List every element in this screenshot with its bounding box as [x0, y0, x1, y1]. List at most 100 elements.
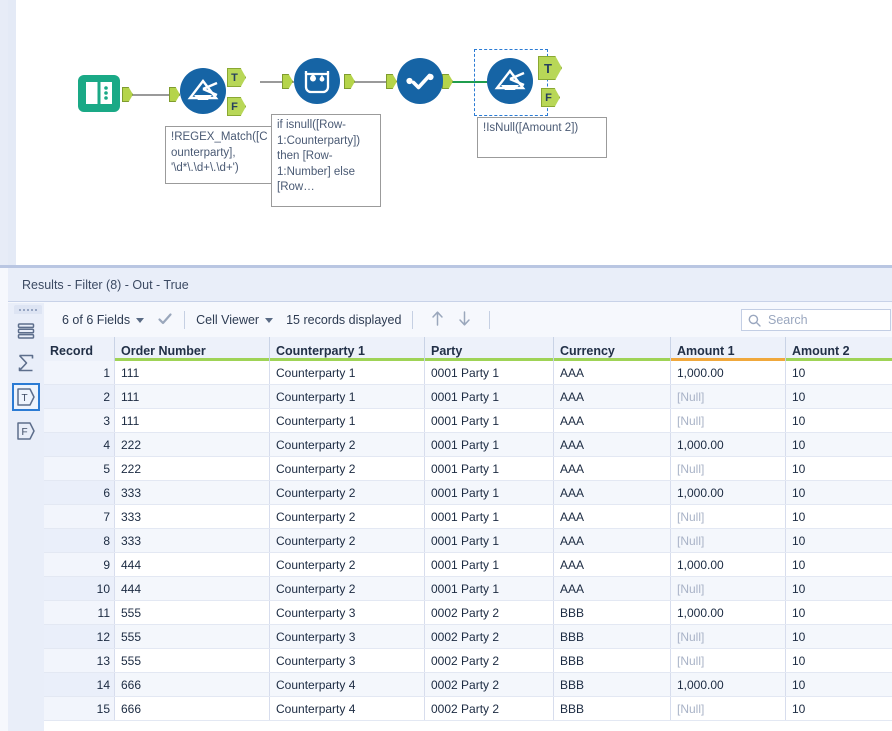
cell-amount1[interactable]: 1,000.00 [671, 433, 786, 457]
cell-order[interactable]: 444 [115, 577, 270, 601]
input-anchor-multirow[interactable] [282, 74, 293, 89]
table-row[interactable]: 13555Counterparty 30002 Party 2BBB[Null]… [44, 649, 892, 673]
results-grid[interactable]: Record Order Number Counterparty 1 [44, 337, 892, 731]
cell-amount2[interactable]: 10 [786, 553, 892, 577]
cell-amount1[interactable]: [Null] [671, 529, 786, 553]
cell-counterparty[interactable]: Counterparty 3 [270, 625, 425, 649]
input-anchor-filter1[interactable] [169, 87, 180, 102]
cell-amount2[interactable]: 10 [786, 601, 892, 625]
table-row[interactable]: 2111Counterparty 10001 Party 1AAA[Null]1… [44, 385, 892, 409]
cell-order[interactable]: 444 [115, 553, 270, 577]
cell-counterparty[interactable]: Counterparty 1 [270, 361, 425, 385]
rail-button-data-table[interactable] [12, 317, 40, 345]
cell-order[interactable]: 111 [115, 361, 270, 385]
cell-order[interactable]: 333 [115, 481, 270, 505]
cell-amount1[interactable]: [Null] [671, 457, 786, 481]
cell-party[interactable]: 0001 Party 1 [425, 505, 554, 529]
cell-counterparty[interactable]: Counterparty 2 [270, 529, 425, 553]
cell-order[interactable]: 111 [115, 409, 270, 433]
tool-multi-row-formula[interactable] [294, 58, 340, 104]
tool-filter-1[interactable] [180, 68, 226, 114]
cell-amount2[interactable]: 10 [786, 697, 892, 721]
cell-order[interactable]: 333 [115, 505, 270, 529]
cell-counterparty[interactable]: Counterparty 4 [270, 697, 425, 721]
table-row[interactable]: 7333Counterparty 20001 Party 1AAA[Null]1… [44, 505, 892, 529]
output-anchor-formula[interactable] [442, 74, 453, 89]
cell-counterparty[interactable]: Counterparty 2 [270, 505, 425, 529]
output-anchor-filter2-true[interactable]: T [538, 56, 562, 80]
table-row[interactable]: 4222Counterparty 20001 Party 1AAA1,000.0… [44, 433, 892, 457]
cell-party[interactable]: 0002 Party 2 [425, 697, 554, 721]
cell-counterparty[interactable]: Counterparty 2 [270, 433, 425, 457]
cell-currency[interactable]: BBB [554, 697, 671, 721]
cell-amount1[interactable]: [Null] [671, 697, 786, 721]
cell-order[interactable]: 555 [115, 649, 270, 673]
cell-amount1[interactable]: 1,000.00 [671, 673, 786, 697]
cell-record[interactable]: 3 [44, 409, 115, 433]
column-header-party[interactable]: Party [425, 337, 554, 361]
cell-record[interactable]: 5 [44, 457, 115, 481]
cell-counterparty[interactable]: Counterparty 3 [270, 649, 425, 673]
cell-currency[interactable]: AAA [554, 553, 671, 577]
connection-multirow-to-formula[interactable] [353, 81, 391, 83]
cell-record[interactable]: 9 [44, 553, 115, 577]
table-row[interactable]: 8333Counterparty 20001 Party 1AAA[Null]1… [44, 529, 892, 553]
cell-amount2[interactable]: 10 [786, 409, 892, 433]
cell-currency[interactable]: AAA [554, 361, 671, 385]
cell-currency[interactable]: BBB [554, 625, 671, 649]
cell-currency[interactable]: BBB [554, 649, 671, 673]
column-header-record[interactable]: Record [44, 337, 115, 361]
cell-amount2[interactable]: 10 [786, 529, 892, 553]
cell-order[interactable]: 333 [115, 529, 270, 553]
table-row[interactable]: 14666Counterparty 40002 Party 2BBB1,000.… [44, 673, 892, 697]
output-anchor-filter1-false[interactable]: F [227, 97, 246, 116]
cell-amount1[interactable]: [Null] [671, 649, 786, 673]
cell-amount2[interactable]: 10 [786, 649, 892, 673]
cell-amount1[interactable]: [Null] [671, 385, 786, 409]
cell-record[interactable]: 15 [44, 697, 115, 721]
cell-party[interactable]: 0002 Party 2 [425, 625, 554, 649]
cell-record[interactable]: 13 [44, 649, 115, 673]
cell-party[interactable]: 0002 Party 2 [425, 601, 554, 625]
column-header-amount-1[interactable]: Amount 1 [671, 337, 786, 361]
rail-button-summary[interactable] [12, 349, 40, 377]
scroll-up-button[interactable] [430, 310, 445, 330]
table-row[interactable]: 11555Counterparty 30002 Party 2BBB1,000.… [44, 601, 892, 625]
scroll-down-button[interactable] [457, 310, 472, 330]
cell-amount1[interactable]: 1,000.00 [671, 601, 786, 625]
cell-counterparty[interactable]: Counterparty 2 [270, 577, 425, 601]
cell-counterparty[interactable]: Counterparty 2 [270, 457, 425, 481]
cell-counterparty[interactable]: Counterparty 4 [270, 673, 425, 697]
chevron-down-icon[interactable] [265, 318, 273, 323]
viewer-mode-selector[interactable]: Cell Viewer [196, 313, 273, 327]
output-anchor-filter1-true[interactable]: T [227, 68, 246, 87]
cell-currency[interactable]: AAA [554, 385, 671, 409]
cell-currency[interactable]: AAA [554, 505, 671, 529]
cell-record[interactable]: 14 [44, 673, 115, 697]
output-anchor-input-data[interactable] [122, 87, 133, 102]
cell-amount2[interactable]: 10 [786, 385, 892, 409]
cell-amount1[interactable]: 1,000.00 [671, 481, 786, 505]
cell-party[interactable]: 0001 Party 1 [425, 457, 554, 481]
cell-order[interactable]: 222 [115, 457, 270, 481]
cell-record[interactable]: 6 [44, 481, 115, 505]
output-anchor-filter2-false[interactable]: F [541, 88, 560, 107]
cell-record[interactable]: 1 [44, 361, 115, 385]
cell-amount2[interactable]: 10 [786, 577, 892, 601]
cell-amount2[interactable]: 10 [786, 505, 892, 529]
cell-currency[interactable]: AAA [554, 577, 671, 601]
cell-record[interactable]: 10 [44, 577, 115, 601]
workflow-canvas[interactable]: T F [0, 0, 892, 265]
cell-currency[interactable]: AAA [554, 409, 671, 433]
cell-amount1[interactable]: 1,000.00 [671, 553, 786, 577]
cell-amount2[interactable]: 10 [786, 361, 892, 385]
cell-order[interactable]: 555 [115, 601, 270, 625]
table-row[interactable]: 10444Counterparty 20001 Party 1AAA[Null]… [44, 577, 892, 601]
cell-record[interactable]: 12 [44, 625, 115, 649]
cell-counterparty[interactable]: Counterparty 2 [270, 553, 425, 577]
table-row[interactable]: 9444Counterparty 20001 Party 1AAA1,000.0… [44, 553, 892, 577]
table-row[interactable]: 12555Counterparty 30002 Party 2BBB[Null]… [44, 625, 892, 649]
cell-amount2[interactable]: 10 [786, 433, 892, 457]
cell-party[interactable]: 0001 Party 1 [425, 481, 554, 505]
cell-party[interactable]: 0002 Party 2 [425, 673, 554, 697]
